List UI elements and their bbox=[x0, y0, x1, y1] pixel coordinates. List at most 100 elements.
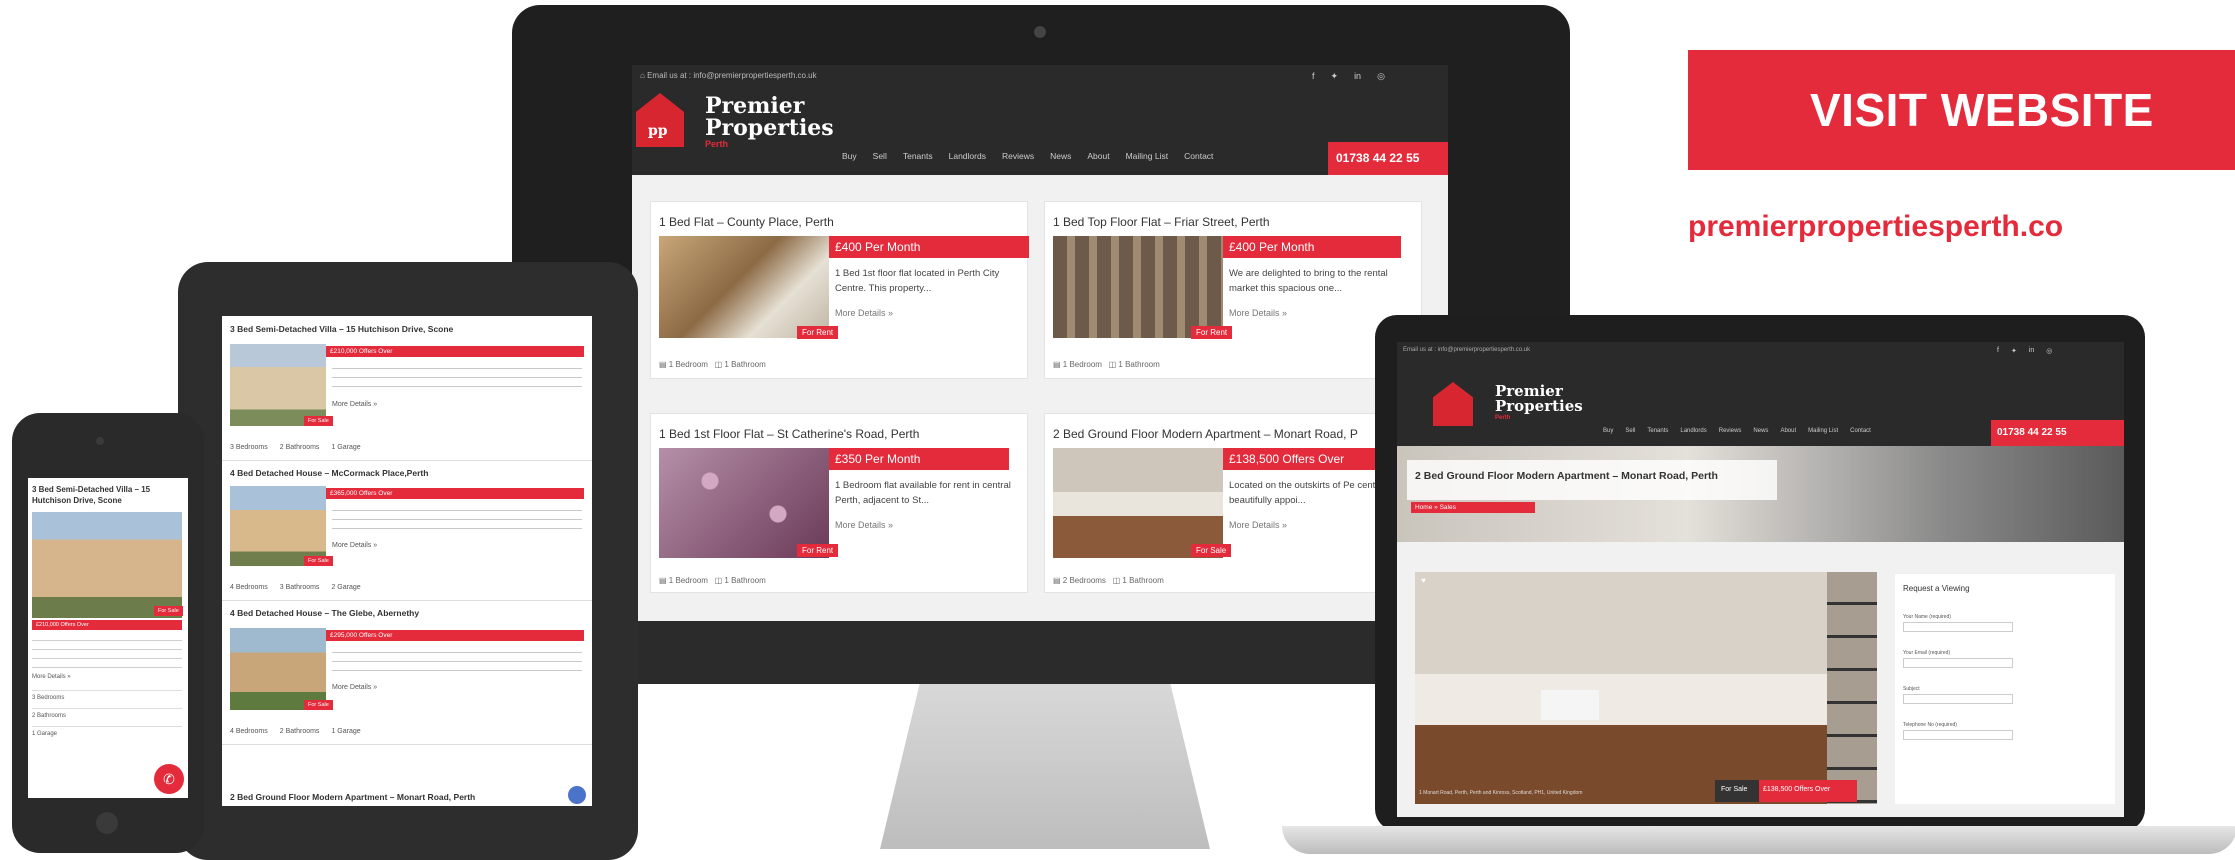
linkedin-icon[interactable]: in bbox=[1354, 71, 1361, 82]
listing-description bbox=[332, 648, 582, 676]
website-url-link[interactable]: premierpropertiesperth.co bbox=[1688, 210, 2063, 244]
name-field[interactable] bbox=[1903, 622, 2013, 632]
nav-sell[interactable]: Sell bbox=[873, 151, 887, 161]
phone-number[interactable]: 01738 44 22 55 bbox=[1328, 142, 1448, 175]
instagram-icon[interactable]: ◎ bbox=[2046, 347, 2052, 355]
listing-title[interactable]: 4 Bed Detached House – The Glebe, Aberne… bbox=[230, 608, 419, 618]
bath-icon: ◫ bbox=[1108, 360, 1117, 369]
nav-tenants[interactable]: Tenants bbox=[903, 151, 933, 161]
logo-monogram: pp bbox=[648, 123, 668, 139]
nav-about[interactable]: About bbox=[1780, 428, 1796, 434]
more-details-link[interactable]: More Details » bbox=[835, 520, 893, 530]
listing-photo[interactable] bbox=[230, 344, 326, 426]
property-title[interactable]: 1 Bed Top Floor Flat – Friar Street, Per… bbox=[1053, 215, 1270, 229]
nav-buy[interactable]: Buy bbox=[1603, 428, 1613, 434]
more-details-link[interactable]: More Details » bbox=[332, 684, 377, 691]
listing-features: 4 Bedrooms 3 Bathrooms 2 Garage bbox=[230, 584, 361, 591]
listing-title[interactable]: 2 Bed Ground Floor Modern Apartment – Mo… bbox=[230, 792, 475, 802]
linkedin-icon[interactable]: in bbox=[2029, 347, 2034, 355]
site-header: Email us at : info@premierpropertiespert… bbox=[1397, 342, 2124, 446]
logo-line2: Properties bbox=[1495, 397, 1583, 415]
bathrooms: 3 Bathrooms bbox=[279, 584, 320, 591]
nav-sell[interactable]: Sell bbox=[1625, 428, 1635, 434]
nav-reviews[interactable]: Reviews bbox=[1002, 151, 1034, 161]
nav-landlords[interactable]: Landlords bbox=[1680, 428, 1706, 434]
status-badge: For Rent bbox=[797, 326, 839, 339]
nav-landlords[interactable]: Landlords bbox=[949, 151, 986, 161]
more-details-link[interactable]: More Details » bbox=[835, 308, 893, 318]
logo-text[interactable]: Premier Properties Perth bbox=[705, 95, 834, 149]
listing-photo[interactable] bbox=[32, 512, 182, 618]
twitter-icon[interactable]: ✦ bbox=[1331, 71, 1339, 82]
breadcrumb[interactable]: Home » Sales bbox=[1411, 502, 1535, 513]
nav-tenants[interactable]: Tenants bbox=[1647, 428, 1668, 434]
nav-buy[interactable]: Buy bbox=[842, 151, 857, 161]
property-card[interactable]: 1 Bed Flat – County Place, Perth For Ren… bbox=[650, 201, 1029, 379]
status-badge: For Sale bbox=[154, 606, 183, 616]
camera-dot bbox=[1034, 26, 1046, 38]
more-details-link[interactable]: More Details » bbox=[32, 674, 71, 680]
property-card[interactable]: 1 Bed Top Floor Flat – Friar Street, Per… bbox=[1044, 201, 1422, 379]
nav-reviews[interactable]: Reviews bbox=[1719, 428, 1742, 434]
main-nav: Buy Sell Tenants Landlords Reviews News … bbox=[1603, 428, 1871, 434]
listing-title[interactable]: 4 Bed Detached House – McCormack Place,P… bbox=[230, 468, 428, 478]
main-property-photo[interactable]: ♥ bbox=[1415, 572, 1827, 804]
subject-label: Subject bbox=[1903, 686, 1920, 692]
nav-mailing-list[interactable]: Mailing List bbox=[1808, 428, 1838, 434]
logo-line3: Perth bbox=[1495, 415, 1511, 421]
property-title[interactable]: 2 Bed Ground Floor Modern Apartment – Mo… bbox=[1053, 427, 1358, 441]
more-details-link[interactable]: More Details » bbox=[332, 542, 377, 549]
sofa-shape bbox=[1541, 690, 1599, 720]
email-link[interactable]: ⌂ Email us at : info@premierpropertiespe… bbox=[640, 71, 817, 80]
more-details-link[interactable]: More Details » bbox=[332, 401, 377, 408]
bathrooms: 1 Bathroom bbox=[1122, 576, 1164, 585]
visit-website-button[interactable]: VISIT WEBSITE bbox=[1688, 50, 2235, 170]
property-card[interactable]: 1 Bed 1st Floor Flat – St Catherine's Ro… bbox=[650, 413, 1028, 593]
twitter-icon[interactable]: ✦ bbox=[2011, 347, 2017, 355]
subject-field[interactable] bbox=[1903, 694, 2013, 704]
listing-photo[interactable] bbox=[230, 628, 326, 710]
call-button[interactable]: ✆ bbox=[154, 764, 184, 794]
email-link[interactable]: Email us at : info@premierpropertiespert… bbox=[1403, 347, 1530, 353]
property-photo[interactable] bbox=[659, 448, 829, 558]
nav-news[interactable]: News bbox=[1753, 428, 1768, 434]
main-nav: Buy Sell Tenants Landlords Reviews News … bbox=[842, 151, 1213, 161]
more-details-link[interactable]: More Details » bbox=[1229, 308, 1287, 318]
property-features: ▤ 2 Bedrooms ◫ 1 Bathroom bbox=[1053, 576, 1164, 585]
facebook-icon[interactable]: f bbox=[1312, 71, 1315, 82]
nav-contact[interactable]: Contact bbox=[1184, 151, 1213, 161]
listing-title[interactable]: 3 Bed Semi-Detached Villa – 15 Hutchison… bbox=[230, 324, 453, 334]
listing-title[interactable]: 3 Bed Semi-Detached Villa – 15 Hutchison… bbox=[32, 484, 182, 506]
page-title: 2 Bed Ground Floor Modern Apartment – Mo… bbox=[1415, 470, 1718, 482]
heart-icon[interactable]: ♥ bbox=[1421, 576, 1426, 585]
desktop-screen: ⌂ Email us at : info@premierpropertiespe… bbox=[632, 65, 1448, 621]
property-title[interactable]: 1 Bed 1st Floor Flat – St Catherine's Ro… bbox=[659, 427, 919, 441]
bed-icon: ▤ bbox=[659, 576, 667, 585]
property-description: 1 Bedroom flat available for rent in cen… bbox=[835, 480, 1011, 506]
property-features: ▤ 1 Bedroom ◫ 1 Bathroom bbox=[659, 360, 766, 369]
property-title[interactable]: 1 Bed Flat – County Place, Perth bbox=[659, 215, 834, 229]
listing-photo[interactable] bbox=[230, 486, 326, 566]
more-details-link[interactable]: More Details » bbox=[1229, 520, 1287, 530]
bathrooms: 1 Bathroom bbox=[724, 360, 766, 369]
property-photo[interactable] bbox=[659, 236, 829, 338]
phone-camera bbox=[96, 437, 104, 445]
monitor-stand bbox=[880, 684, 1210, 849]
logo-text[interactable]: Premier Properties Perth bbox=[1495, 384, 1583, 422]
nav-news[interactable]: News bbox=[1050, 151, 1071, 161]
nav-contact[interactable]: Contact bbox=[1850, 428, 1871, 434]
thumbnail-strip[interactable] bbox=[1827, 572, 1877, 804]
recaptcha-icon[interactable] bbox=[568, 786, 586, 804]
facebook-icon[interactable]: f bbox=[1997, 347, 1999, 355]
instagram-icon[interactable]: ◎ bbox=[1377, 71, 1385, 82]
phone-icon: ✆ bbox=[163, 771, 175, 787]
nav-about[interactable]: About bbox=[1087, 151, 1109, 161]
bathrooms: 1 Bathroom bbox=[724, 576, 766, 585]
nav-mailing-list[interactable]: Mailing List bbox=[1126, 151, 1169, 161]
telephone-field[interactable] bbox=[1903, 730, 2013, 740]
property-photo[interactable] bbox=[1053, 236, 1223, 338]
home-icon: ⌂ bbox=[640, 71, 645, 80]
property-photo[interactable] bbox=[1053, 448, 1223, 558]
email-field[interactable] bbox=[1903, 658, 2013, 668]
phone-number[interactable]: 01738 44 22 55 bbox=[1991, 420, 2124, 446]
